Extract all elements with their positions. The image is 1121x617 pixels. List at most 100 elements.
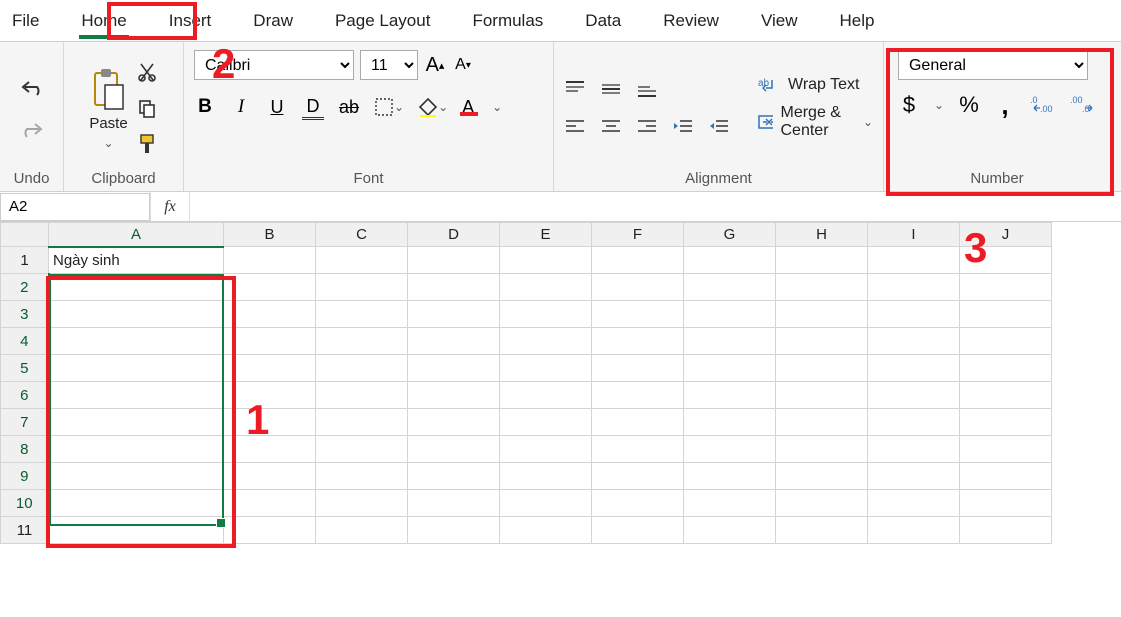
row-header-3[interactable]: 3 [1, 301, 49, 328]
row-header-1[interactable]: 1 [1, 247, 49, 274]
row-header-4[interactable]: 4 [1, 328, 49, 355]
italic-button[interactable]: I [230, 94, 252, 120]
col-header-A[interactable]: A [49, 223, 224, 247]
align-left-button[interactable] [564, 114, 586, 140]
col-header-J[interactable]: J [960, 223, 1052, 247]
cell-A11[interactable] [49, 517, 224, 544]
cell-A7[interactable] [49, 409, 224, 436]
group-alignment-label: Alignment [685, 170, 752, 187]
cell-A3[interactable] [49, 301, 224, 328]
align-center-button[interactable] [600, 114, 622, 140]
col-header-B[interactable]: B [224, 223, 316, 247]
comma-format-button[interactable]: , [994, 92, 1016, 118]
cell-A1[interactable]: Ngày sinh [49, 247, 224, 274]
borders-button[interactable]: ⌄ [374, 94, 404, 120]
grid[interactable]: A B C D E F G H I J 1Ngày sinh 2 3 4 5 6… [0, 222, 1052, 544]
col-header-D[interactable]: D [408, 223, 500, 247]
cell-A10[interactable] [49, 490, 224, 517]
col-header-E[interactable]: E [500, 223, 592, 247]
wrap-text-button[interactable]: ab Wrap Text [758, 76, 873, 94]
col-header-C[interactable]: C [316, 223, 408, 247]
col-header-H[interactable]: H [776, 223, 868, 247]
copy-button[interactable] [136, 95, 158, 121]
row-header-9[interactable]: 9 [1, 463, 49, 490]
cut-button[interactable] [136, 59, 158, 85]
row-header-11[interactable]: 11 [1, 517, 49, 544]
paste-dropdown[interactable]: ⌄ [103, 136, 113, 150]
bold-button[interactable]: B [194, 94, 216, 120]
worksheet: A B C D E F G H I J 1Ngày sinh 2 3 4 5 6… [0, 222, 1121, 544]
group-clipboard-label: Clipboard [91, 170, 155, 187]
formula-bar: fx [0, 192, 1121, 222]
row-header-5[interactable]: 5 [1, 355, 49, 382]
svg-text:.00: .00 [1040, 104, 1053, 114]
group-undo-label: Undo [14, 170, 50, 187]
format-painter-button[interactable] [136, 131, 158, 157]
select-all-corner[interactable] [1, 223, 49, 247]
svg-text:.0: .0 [1082, 104, 1090, 114]
row-header-7[interactable]: 7 [1, 409, 49, 436]
increase-indent-button[interactable] [708, 114, 730, 140]
double-underline-button[interactable]: D [302, 94, 324, 120]
cell-A4[interactable] [49, 328, 224, 355]
svg-text:.0: .0 [1030, 95, 1038, 105]
formula-input[interactable] [190, 192, 1121, 221]
redo-button[interactable] [19, 116, 45, 142]
cell-A6[interactable] [49, 382, 224, 409]
group-font-label: Font [353, 170, 383, 187]
cell-A2[interactable] [49, 274, 224, 301]
tab-page-layout[interactable]: Page Layout [333, 1, 432, 41]
paste-label[interactable]: Paste [89, 115, 127, 132]
accounting-dropdown[interactable]: ⌄ [934, 98, 944, 112]
align-middle-button[interactable] [600, 76, 622, 102]
decrease-decimal-button[interactable]: .00.0 [1070, 92, 1096, 118]
ribbon-tabs: File Home Insert Draw Page Layout Formul… [0, 0, 1121, 42]
decrease-font-button[interactable]: A▾ [452, 52, 474, 78]
percent-format-button[interactable]: % [958, 92, 980, 118]
align-bottom-button[interactable] [636, 76, 658, 102]
fill-color-button[interactable]: ⌄ [418, 94, 448, 120]
merge-center-button[interactable]: Merge & Center ⌄ [758, 104, 873, 140]
tab-help[interactable]: Help [838, 1, 877, 41]
col-header-F[interactable]: F [592, 223, 684, 247]
align-right-button[interactable] [636, 114, 658, 140]
tab-file[interactable]: File [10, 1, 41, 41]
accounting-format-button[interactable]: $ [898, 92, 920, 118]
tab-home[interactable]: Home [79, 1, 128, 41]
row-header-6[interactable]: 6 [1, 382, 49, 409]
row-header-2[interactable]: 2 [1, 274, 49, 301]
increase-font-button[interactable]: A▴ [424, 52, 446, 78]
row-header-10[interactable]: 10 [1, 490, 49, 517]
increase-decimal-button[interactable]: .0.00 [1030, 92, 1056, 118]
tab-data[interactable]: Data [583, 1, 623, 41]
row-header-8[interactable]: 8 [1, 436, 49, 463]
cell-A8[interactable] [49, 436, 224, 463]
tab-draw[interactable]: Draw [251, 1, 295, 41]
tab-insert[interactable]: Insert [167, 1, 214, 41]
underline-button[interactable]: U [266, 94, 288, 120]
font-name-select[interactable]: Calibri [194, 50, 354, 80]
ribbon: Undo Paste ⌄ Cli [0, 42, 1121, 192]
font-color-button[interactable]: A ⌄ [462, 94, 502, 120]
fx-icon[interactable]: fx [150, 192, 190, 221]
col-header-I[interactable]: I [868, 223, 960, 247]
tab-view[interactable]: View [759, 1, 800, 41]
undo-button[interactable] [19, 74, 45, 100]
font-size-select[interactable]: 11 [360, 50, 418, 80]
tab-review[interactable]: Review [661, 1, 721, 41]
number-format-select[interactable]: General [898, 50, 1088, 80]
tab-formulas[interactable]: Formulas [470, 1, 545, 41]
group-clipboard: Paste ⌄ Clipboard [64, 42, 184, 191]
decrease-indent-button[interactable] [672, 114, 694, 140]
paste-icon[interactable] [89, 67, 127, 111]
name-box[interactable] [0, 193, 150, 221]
merge-dropdown[interactable]: ⌄ [863, 115, 873, 129]
cell-A9[interactable] [49, 463, 224, 490]
strikethrough-button[interactable]: ab [338, 94, 360, 120]
svg-text:.00: .00 [1070, 95, 1083, 105]
align-top-button[interactable] [564, 76, 586, 102]
group-alignment: ab Wrap Text Merge & Center ⌄ Alignment [554, 42, 884, 191]
cell-A5[interactable] [49, 355, 224, 382]
col-header-G[interactable]: G [684, 223, 776, 247]
group-number: General $⌄ % , .0.00 .00.0 Number [884, 42, 1110, 191]
